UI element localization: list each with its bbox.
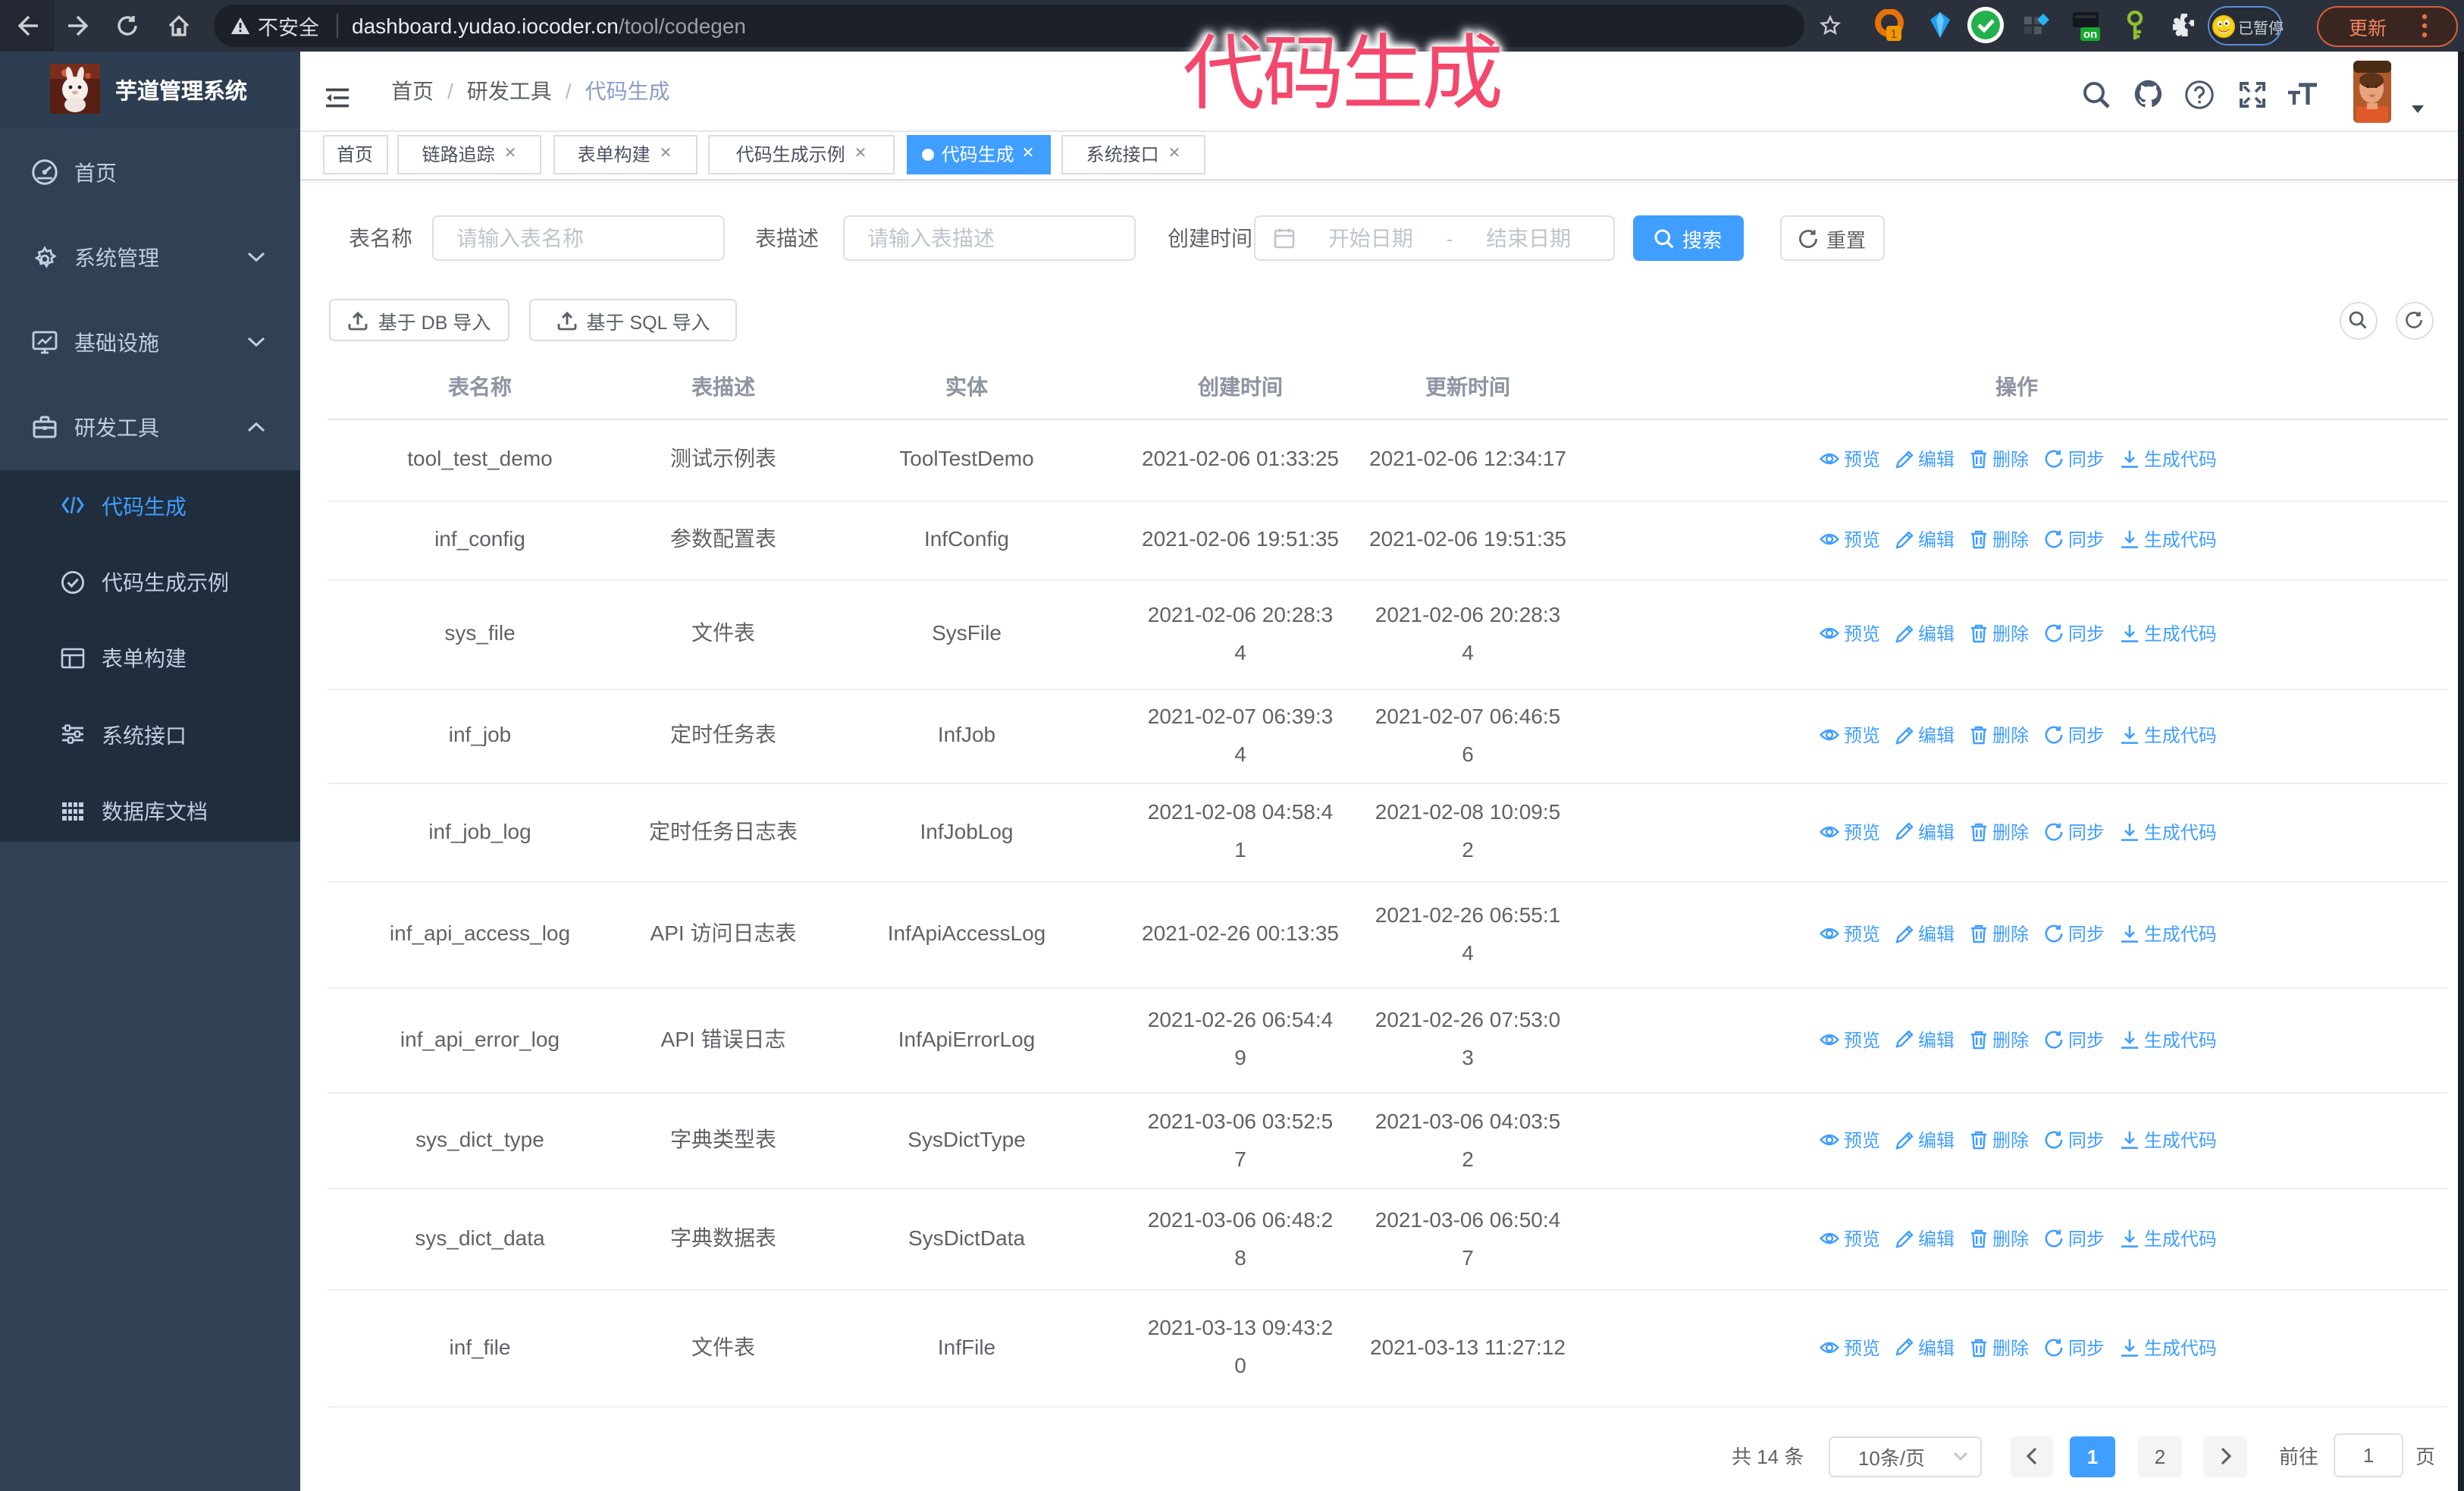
svg-text:on: on: [2083, 28, 2097, 41]
svg-text:1: 1: [1891, 28, 1898, 41]
